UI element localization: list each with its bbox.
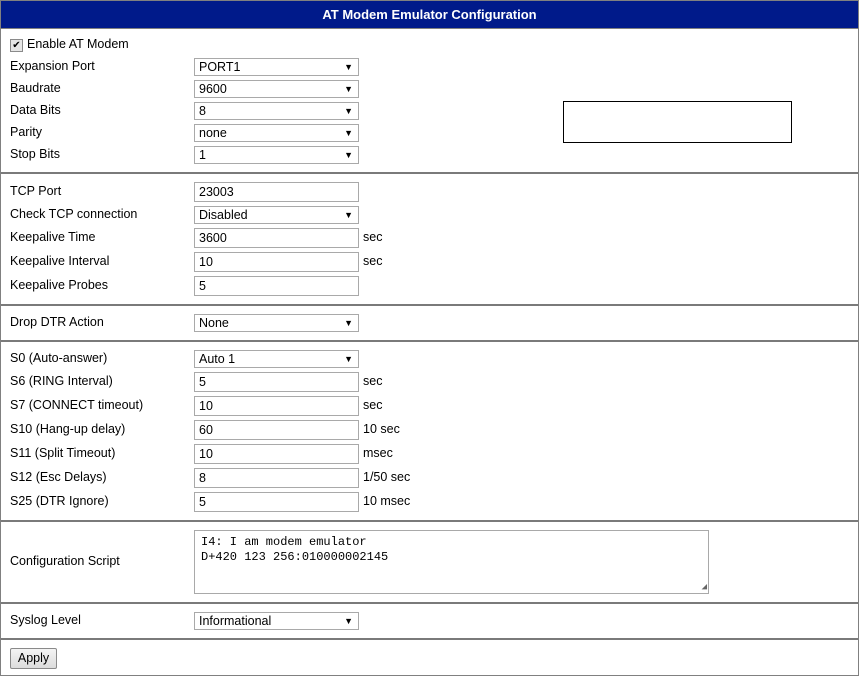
script-line: I4: I am modem emulator: [201, 535, 367, 549]
tcp-port-input[interactable]: 23003: [194, 182, 359, 202]
check-tcp-value: Disabled: [199, 208, 248, 222]
dropdown-arrow-icon: ▼: [344, 128, 353, 138]
s7-input[interactable]: 10: [194, 396, 359, 416]
baudrate-label: Baudrate: [10, 81, 61, 95]
s12-value: 8: [199, 471, 206, 485]
panel-title: AT Modem Emulator Configuration: [1, 1, 858, 29]
keepalive-time-unit: sec: [363, 230, 383, 244]
syslog-level-select[interactable]: Informational ▼: [194, 612, 359, 630]
drop-dtr-label: Drop DTR Action: [10, 315, 104, 329]
dropdown-arrow-icon: ▼: [344, 150, 353, 160]
parity-select[interactable]: none ▼: [194, 124, 359, 142]
keepalive-interval-label: Keepalive Interval: [10, 254, 110, 268]
dropdown-arrow-icon: ▼: [344, 616, 353, 626]
s12-label: S12 (Esc Delays): [10, 470, 107, 484]
keepalive-interval-value: 10: [199, 255, 213, 269]
s7-label: S7 (CONNECT timeout): [10, 398, 144, 412]
syslog-level-label: Syslog Level: [10, 613, 81, 627]
keepalive-time-label: Keepalive Time: [10, 230, 96, 244]
config-panel: AT Modem Emulator Configuration ✔ Enable…: [0, 0, 859, 676]
expansion-port-select[interactable]: PORT1 ▼: [194, 58, 359, 76]
config-script-label: Configuration Script: [10, 554, 120, 568]
section-divider: [1, 520, 858, 522]
parity-label: Parity: [10, 125, 42, 139]
dropdown-arrow-icon: ▼: [344, 84, 353, 94]
dropdown-arrow-icon: ▼: [344, 318, 353, 328]
tcp-port-label: TCP Port: [10, 184, 62, 198]
s11-value: 10: [199, 447, 213, 461]
s25-label: S25 (DTR Ignore): [10, 494, 109, 508]
s6-unit: sec: [363, 374, 383, 388]
expansion-port-value: PORT1: [199, 60, 241, 74]
section-divider: [1, 172, 858, 174]
syslog-level-value: Informational: [199, 614, 272, 628]
dropdown-arrow-icon: ▼: [344, 62, 353, 72]
keepalive-probes-value: 5: [199, 279, 206, 293]
section-divider: [1, 304, 858, 306]
keepalive-interval-unit: sec: [363, 254, 383, 268]
dropdown-arrow-icon: ▼: [344, 354, 353, 364]
config-script-textarea[interactable]: I4: I am modem emulator D+420 123 256:01…: [194, 530, 709, 594]
expansion-port-label: Expansion Port: [10, 59, 95, 73]
keepalive-probes-label: Keepalive Probes: [10, 278, 108, 292]
s12-input[interactable]: 8: [194, 468, 359, 488]
s10-input[interactable]: 60: [194, 420, 359, 440]
apply-button[interactable]: Apply: [10, 648, 57, 669]
dropdown-arrow-icon: ▼: [344, 106, 353, 116]
dropdown-arrow-icon: ▼: [344, 210, 353, 220]
keepalive-time-input[interactable]: 3600: [194, 228, 359, 248]
data-bits-value: 8: [199, 104, 206, 118]
s10-value: 60: [199, 423, 213, 437]
s0-label: S0 (Auto-answer): [10, 351, 108, 365]
s6-label: S6 (RING Interval): [10, 374, 113, 388]
s11-input[interactable]: 10: [194, 444, 359, 464]
s25-unit: 10 msec: [363, 494, 411, 508]
s25-value: 5: [199, 495, 206, 509]
section-divider: [1, 602, 858, 604]
enable-at-modem-checkbox[interactable]: ✔: [10, 39, 23, 52]
s25-input[interactable]: 5: [194, 492, 359, 512]
s7-value: 10: [199, 399, 213, 413]
drop-dtr-value: None: [199, 316, 229, 330]
keepalive-time-value: 3600: [199, 231, 227, 245]
section-divider: [1, 340, 858, 342]
resize-handle-icon[interactable]: ◢: [702, 583, 707, 592]
data-bits-label: Data Bits: [10, 103, 61, 117]
s7-unit: sec: [363, 398, 383, 412]
checkmark-icon: ✔: [12, 40, 21, 51]
s6-input[interactable]: 5: [194, 372, 359, 392]
keepalive-probes-input[interactable]: 5: [194, 276, 359, 296]
script-line: D+420 123 256:010000002145: [201, 550, 389, 564]
status-box: [563, 101, 792, 143]
stop-bits-label: Stop Bits: [10, 147, 61, 161]
enable-at-modem-label: Enable AT Modem: [27, 37, 129, 51]
stop-bits-select[interactable]: 1 ▼: [194, 146, 359, 164]
s6-value: 5: [199, 375, 206, 389]
baudrate-select[interactable]: 9600 ▼: [194, 80, 359, 98]
section-divider: [1, 638, 858, 640]
s10-unit: 10 sec: [363, 422, 400, 436]
s12-unit: 1/50 sec: [363, 470, 411, 484]
baudrate-value: 9600: [199, 82, 227, 96]
drop-dtr-select[interactable]: None ▼: [194, 314, 359, 332]
tcp-port-value: 23003: [199, 185, 234, 199]
parity-value: none: [199, 126, 227, 140]
check-tcp-select[interactable]: Disabled ▼: [194, 206, 359, 224]
s11-unit: msec: [363, 446, 393, 460]
data-bits-select[interactable]: 8 ▼: [194, 102, 359, 120]
s0-select[interactable]: Auto 1 ▼: [194, 350, 359, 368]
s0-value: Auto 1: [199, 352, 236, 366]
stop-bits-value: 1: [199, 148, 206, 162]
check-tcp-label: Check TCP connection: [10, 207, 138, 221]
s10-label: S10 (Hang-up delay): [10, 422, 126, 436]
keepalive-interval-input[interactable]: 10: [194, 252, 359, 272]
s11-label: S11 (Split Timeout): [10, 446, 116, 460]
